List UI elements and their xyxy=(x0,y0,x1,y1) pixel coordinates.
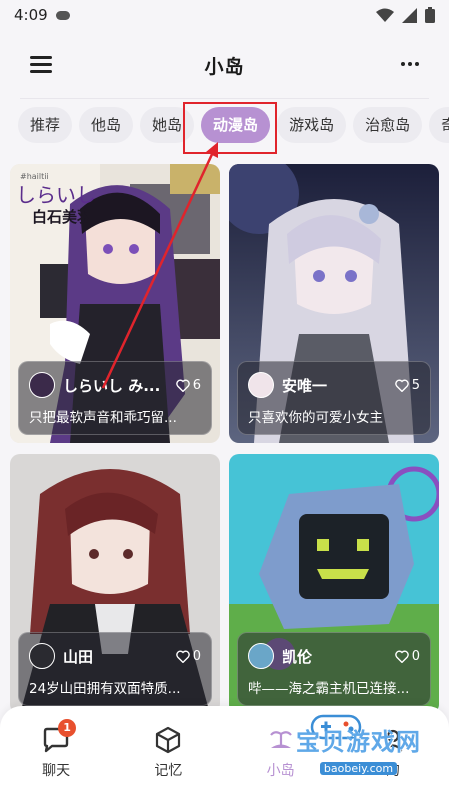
character-name: 安唯一 xyxy=(282,376,328,395)
tab-recommend[interactable]: 推荐 xyxy=(18,107,73,143)
nav-label: 记忆 xyxy=(154,763,183,779)
heart-icon xyxy=(175,379,190,392)
avatar xyxy=(29,372,55,398)
tab-healing-island[interactable]: 治愈岛 xyxy=(353,107,423,143)
battery-icon xyxy=(425,7,435,23)
tab-game-island[interactable]: 游戏岛 xyxy=(277,107,347,143)
heart-icon xyxy=(394,650,409,663)
nav-item-memory[interactable]: 记忆 xyxy=(118,726,218,798)
tab-anime-island[interactable]: 动漫岛 xyxy=(201,107,271,143)
cube-icon xyxy=(156,726,181,754)
like-count[interactable]: 5 xyxy=(394,377,420,393)
tab-her-island[interactable]: 她岛 xyxy=(140,107,195,143)
cloud-icon xyxy=(55,10,70,20)
like-count-value: 0 xyxy=(411,648,420,664)
like-count[interactable]: 6 xyxy=(175,377,201,393)
avatar xyxy=(248,372,274,398)
nav-label: 的 xyxy=(385,763,400,779)
more-options-icon[interactable] xyxy=(401,62,419,66)
nav-item-profile[interactable]: 的 xyxy=(343,726,443,798)
character-card[interactable]: 安唯一 5 只喜欢你的可爱小女主 xyxy=(229,164,439,443)
like-count-value: 0 xyxy=(192,648,201,664)
category-tabs: 推荐 他岛 她岛 动漫岛 游戏岛 治愈岛奇 xyxy=(18,107,449,147)
character-description: 哔——海之霸主机已连接... xyxy=(248,681,410,697)
card-info-panel: 安唯一 5 只喜欢你的可爱小女主 xyxy=(237,361,431,435)
unread-badge: 1 xyxy=(58,719,77,737)
page-title: 小岛 xyxy=(204,55,245,78)
signal-icon xyxy=(402,7,417,23)
status-bar: 4:09 xyxy=(0,0,449,30)
character-name: 凯伦 xyxy=(282,647,313,666)
nav-item-chat[interactable]: 1 聊天 xyxy=(6,719,106,798)
bottom-navigation: 1 聊天 记忆 小岛 的 xyxy=(0,706,449,798)
heart-icon xyxy=(394,379,409,392)
nav-item-island[interactable]: 小岛 xyxy=(231,726,331,798)
character-card[interactable]: 凯伦 0 哔——海之霸主机已连接... xyxy=(229,454,439,714)
nav-label: 小岛 xyxy=(266,763,295,779)
character-name: 山田 xyxy=(63,647,94,666)
poster-subtitle-text: 白石美羽 xyxy=(32,208,92,226)
like-count-value: 5 xyxy=(411,377,420,393)
avatar xyxy=(248,643,274,669)
poster-title-text: しらいし xyxy=(16,183,96,207)
profile-icon xyxy=(383,729,403,752)
poster-tag-text: #hailtii xyxy=(20,172,49,181)
heart-icon xyxy=(175,650,190,663)
character-description: 只喜欢你的可爱小女主 xyxy=(248,410,383,426)
tab-more-island[interactable]: 奇 xyxy=(429,107,449,143)
card-info-panel: 山田 0 24岁山田拥有双面特质... xyxy=(18,632,212,706)
hamburger-menu-icon[interactable] xyxy=(30,56,52,74)
character-card[interactable]: 山田 0 24岁山田拥有双面特质... xyxy=(10,454,220,714)
status-time: 4:09 xyxy=(14,6,48,24)
island-icon xyxy=(269,731,292,748)
card-info-panel: しらいし み... 6 只把最软声音和乖巧留... xyxy=(18,361,212,435)
like-count[interactable]: 0 xyxy=(394,648,420,664)
status-icons xyxy=(376,7,435,23)
like-count-value: 6 xyxy=(192,377,201,393)
app-header: 小岛 xyxy=(0,40,449,90)
card-info-panel: 凯伦 0 哔——海之霸主机已连接... xyxy=(237,632,431,706)
wifi-icon xyxy=(376,8,394,22)
character-description: 只把最软声音和乖巧留... xyxy=(29,410,177,426)
tab-his-island[interactable]: 他岛 xyxy=(79,107,134,143)
header-divider xyxy=(20,98,429,99)
nav-label: 聊天 xyxy=(42,763,71,779)
like-count[interactable]: 0 xyxy=(175,648,201,664)
character-name: しらいし み... xyxy=(63,376,161,395)
character-description: 24岁山田拥有双面特质... xyxy=(29,681,181,697)
character-card[interactable]: しらいし 白石美羽 #hailtii しらいし み... 6 只把最软声音和乖巧… xyxy=(10,164,220,443)
avatar xyxy=(29,643,55,669)
